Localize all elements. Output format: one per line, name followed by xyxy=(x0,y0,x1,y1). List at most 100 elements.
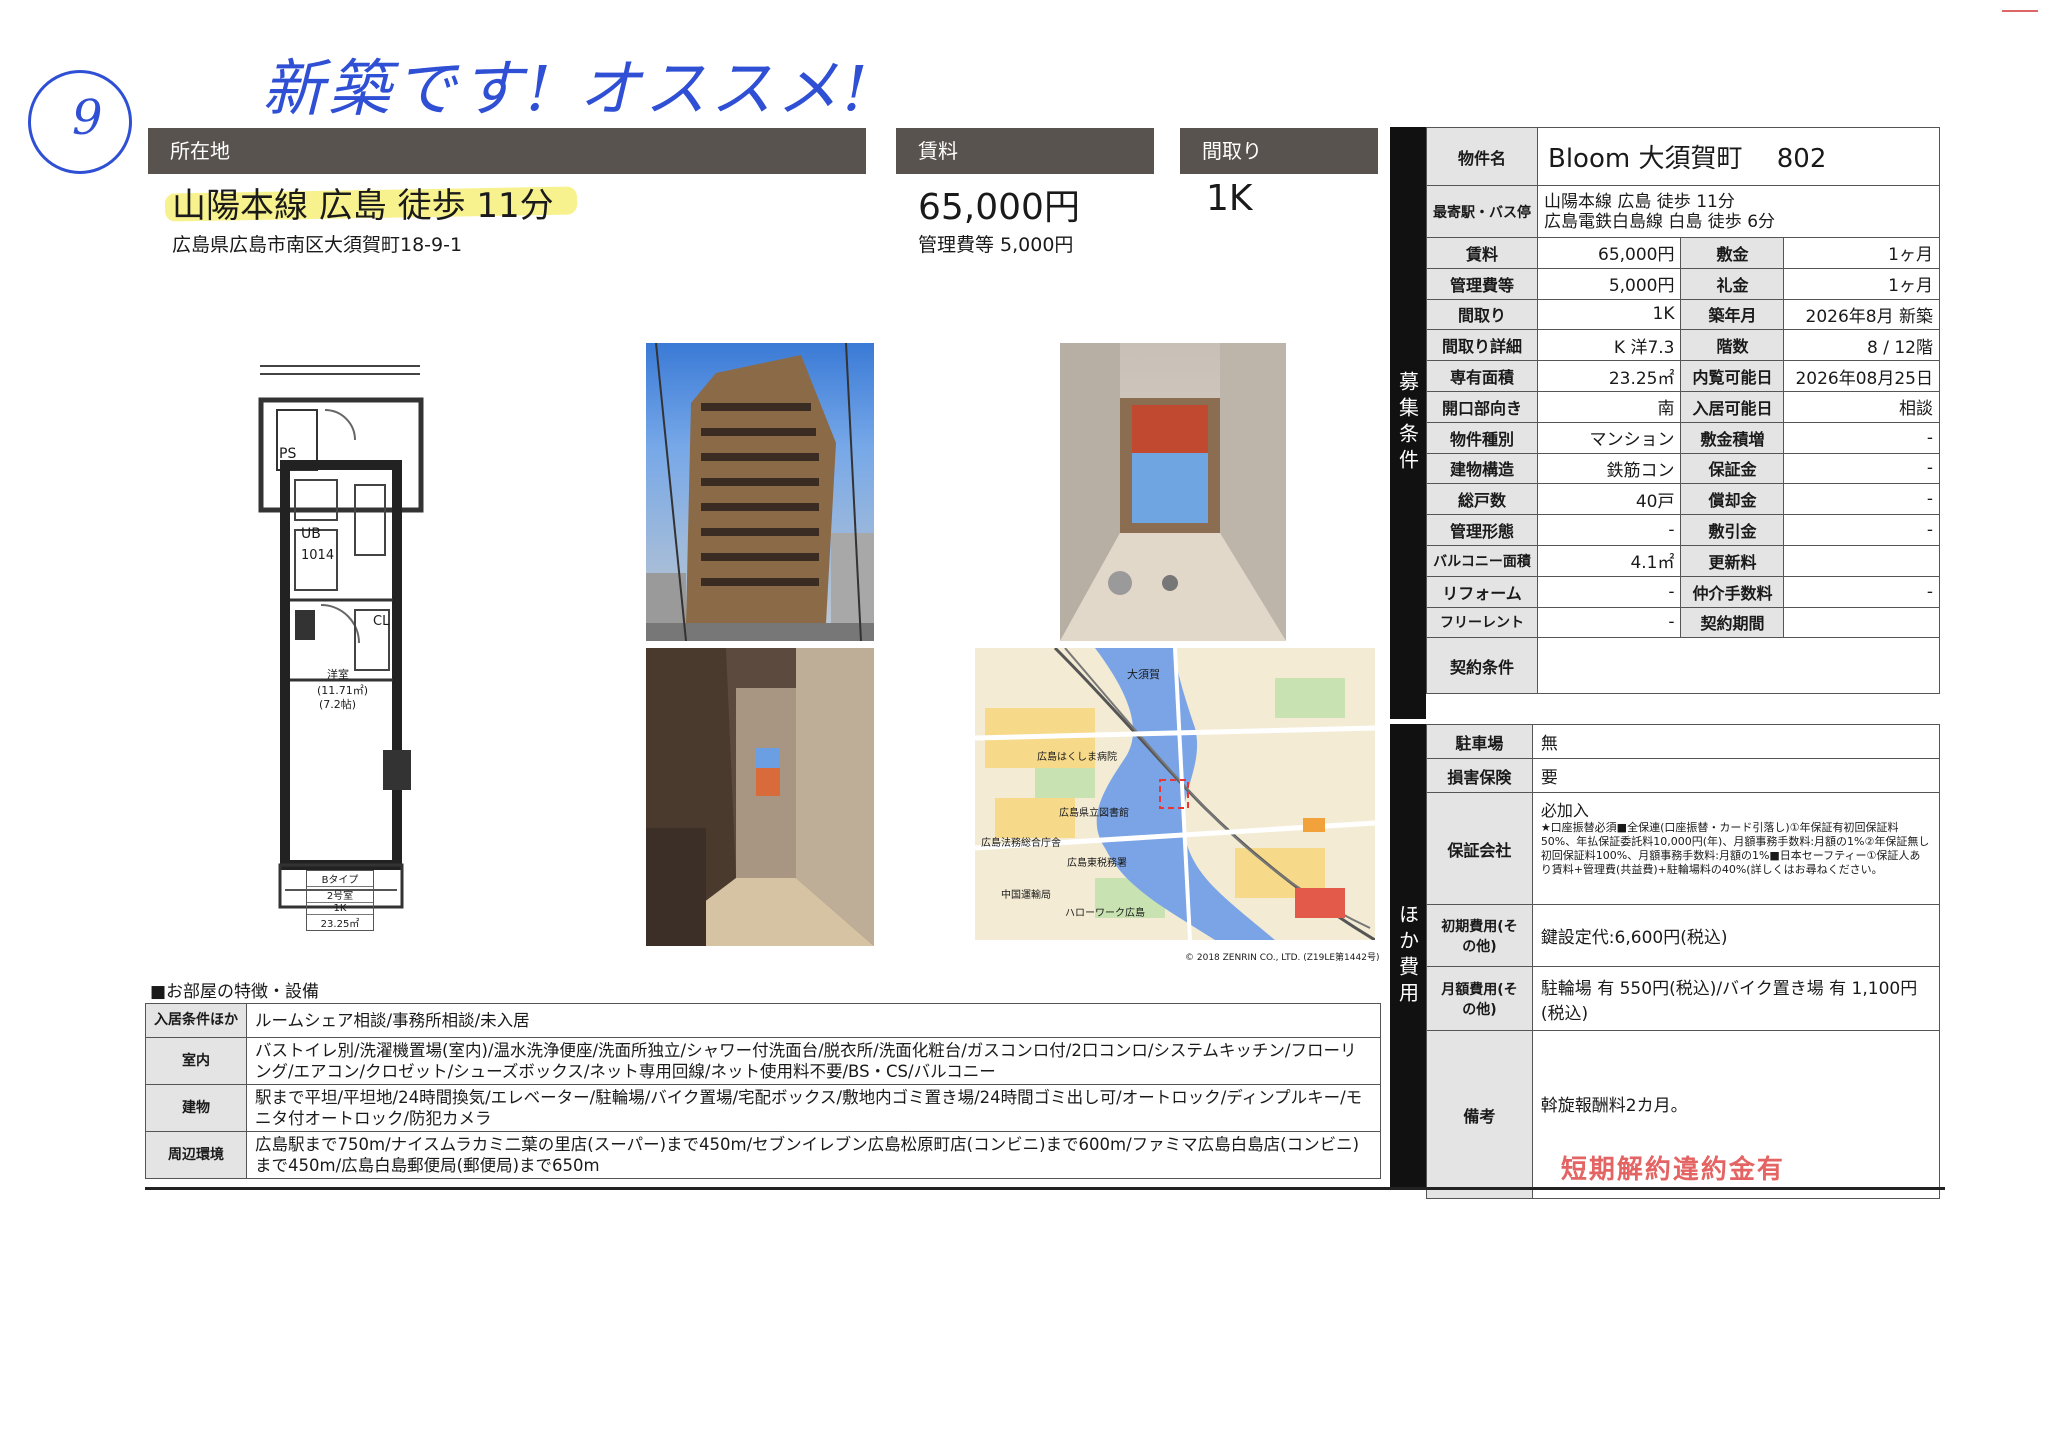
row-label: 仲介手数料 xyxy=(1680,575,1785,608)
parking-label: 駐車場 xyxy=(1426,724,1533,759)
row-value: 南 xyxy=(1536,390,1682,423)
type-box-line: 2号室 xyxy=(307,887,373,903)
table-row: 駐車場 無 xyxy=(1426,724,1941,759)
row-value: - xyxy=(1783,452,1940,485)
row-value: - xyxy=(1783,514,1940,546)
floorplan-ub-label: UB xyxy=(301,526,321,542)
route-text: 山陽本線 広島 徒歩 11分 xyxy=(172,186,554,226)
property-table: 物件名 Bloom 大須賀町 802 最寄駅・バス停 山陽本線 広島 徒歩 11… xyxy=(1426,127,1940,695)
type-box-line: 23.25㎡ xyxy=(320,919,360,930)
table-row: 備考 斡旋報酬料2カ月。 短期解約違約金有 xyxy=(1426,1030,1941,1199)
hallway-photo xyxy=(646,648,874,946)
row-value: K 洋7.3 xyxy=(1536,329,1682,362)
table-row: 損害保険 要 xyxy=(1426,758,1941,793)
row-value: 1ヶ月 xyxy=(1783,237,1940,269)
row-value: 23.25㎡ xyxy=(1536,360,1682,392)
row-label: 敷金 xyxy=(1680,237,1785,269)
table-row: フリーレント - 契約期間 xyxy=(1426,606,1940,639)
row-value: - xyxy=(1783,421,1940,454)
row-value: - xyxy=(1783,575,1940,608)
row-value: - xyxy=(1536,514,1682,546)
row-label: 建物構造 xyxy=(1426,452,1538,485)
contract-value xyxy=(1537,637,1940,695)
management-fee: 管理費等 5,000円 xyxy=(918,234,1074,256)
table-row: リフォーム - 仲介手数料 - xyxy=(1426,575,1940,608)
table-row: 周辺環境 広島駅まで750m/ナイスムラカミ二葉の里店(スーパー)まで450m/セ… xyxy=(145,1131,1381,1179)
map-copyright: © 2018 ZENRIN CO., LTD. (Z19LE第1442号) xyxy=(1185,953,1380,963)
feature-text: 駅まで平坦/平坦地/24時間換気/エレベーター/駐輪場/バイク置場/宅配ボックス… xyxy=(246,1084,1381,1132)
other-costs-side-label: ほか費用 xyxy=(1390,724,1426,1188)
interior-room-photo xyxy=(1060,343,1286,641)
table-row: 間取り詳細 K 洋7.3 階数 8 / 12階 xyxy=(1426,329,1940,362)
guarantee-head: 必加入 xyxy=(1540,801,1589,820)
remarks-label: 備考 xyxy=(1426,1030,1533,1199)
name-label: 物件名 xyxy=(1426,127,1538,186)
map-label: 広島法務総合庁舎 xyxy=(981,838,1061,849)
row-label: 管理費等 xyxy=(1426,267,1538,300)
row-value: 鉄筋コン xyxy=(1536,452,1682,485)
layout-header: 間取り xyxy=(1180,128,1378,174)
map-label: 広島東税務署 xyxy=(1067,858,1127,869)
row-label: 敷引金 xyxy=(1680,514,1785,546)
row-label: 入居可能日 xyxy=(1680,390,1785,423)
table-row: 建物 駅まで平坦/平坦地/24時間換気/エレベーター/駐輪場/バイク置場/宅配ボッ… xyxy=(145,1084,1381,1132)
row-value: 4.1㎡ xyxy=(1536,544,1682,577)
station-line: 広島電鉄白島線 白島 徒歩 6分 xyxy=(1544,211,1776,232)
row-label: 賃料 xyxy=(1426,237,1538,269)
handwritten-number: 9 xyxy=(72,90,103,146)
row-label: 敷金積増 xyxy=(1680,421,1785,454)
map-label: 大須賀 xyxy=(1127,668,1160,681)
row-label: 階数 xyxy=(1680,329,1785,362)
row-label: 管理形態 xyxy=(1426,514,1538,546)
table-row: バルコニー面積 4.1㎡ 更新料 xyxy=(1426,544,1940,577)
row-value: マンション xyxy=(1536,421,1682,454)
row-value: - xyxy=(1536,575,1682,608)
row-value xyxy=(1783,544,1940,577)
table-row: 専有面積 23.25㎡ 内覧可能日 2026年08月25日 xyxy=(1426,360,1940,392)
table-row: 総戸数 40戸 償却金 - xyxy=(1426,483,1940,516)
table-row: 物件種別 マンション 敷金積増 - xyxy=(1426,421,1940,454)
feature-label: 室内 xyxy=(145,1037,247,1085)
type-box-line: Bタイプ xyxy=(307,871,373,887)
monthly-cost-label: 月額費用(その他) xyxy=(1426,966,1533,1031)
row-value: 1K xyxy=(1536,298,1682,331)
contract-label: 契約条件 xyxy=(1426,637,1538,695)
table-row: 入居条件ほか ルームシェア相談/事務所相談/未入居 xyxy=(145,1003,1381,1038)
table-row: 管理形態 - 敷引金 - xyxy=(1426,514,1940,546)
row-label: 総戸数 xyxy=(1426,483,1538,516)
row-value: 40戸 xyxy=(1536,483,1682,516)
remarks-value: 斡旋報酬料2カ月。 xyxy=(1540,1096,1688,1116)
table-row: 物件名 Bloom 大須賀町 802 xyxy=(1426,127,1940,186)
row-label: 築年月 xyxy=(1680,298,1785,331)
table-row: 保証会社 必加入 ★口座振替必須■全保連(口座振替・カード引落し)①年保証有初回… xyxy=(1426,792,1941,905)
row-value: 相談 xyxy=(1783,390,1940,423)
row-value: 65,000円 xyxy=(1536,237,1682,269)
station-label: 最寄駅・バス停 xyxy=(1426,185,1538,238)
row-label: 専有面積 xyxy=(1426,360,1538,392)
location-header: 所在地 xyxy=(148,128,866,174)
row-label: 間取り xyxy=(1426,298,1538,331)
table-row: 管理費等 5,000円 礼金 1ヶ月 xyxy=(1426,267,1940,300)
floorplan-room-name: 洋室 xyxy=(327,668,349,681)
bottom-rule xyxy=(145,1187,1945,1190)
row-value: - xyxy=(1536,606,1682,639)
monthly-cost-value: 駐輪場 有 550円(税込)/バイク置き場 有 1,100円(税込) xyxy=(1531,966,1941,1031)
row-label: 物件種別 xyxy=(1426,421,1538,454)
layout-value: 1K xyxy=(1206,178,1253,219)
feature-label: 入居条件ほか xyxy=(145,1003,247,1038)
feature-text: 広島駅まで750m/ナイスムラカミ二葉の里店(スーパー)まで450m/セブンイレ… xyxy=(246,1131,1381,1179)
corner-mark xyxy=(2002,10,2038,12)
row-label: 償却金 xyxy=(1680,483,1785,516)
row-label: 開口部向き xyxy=(1426,390,1538,423)
row-value: 2026年08月25日 xyxy=(1783,360,1940,392)
table-row: 開口部向き南入居可能日 相談 xyxy=(1426,390,1940,423)
row-label: 更新料 xyxy=(1680,544,1785,577)
table-row: 契約条件 xyxy=(1426,637,1940,695)
address-text: 広島県広島市南区大須賀町18-9-1 xyxy=(172,234,463,256)
floorplan-cl-label: CL xyxy=(373,614,390,629)
features-title: ■お部屋の特徴・設備 xyxy=(150,982,320,1002)
table-row: 賃料 65,000円 敷金 1ヶ月 xyxy=(1426,237,1940,269)
row-value: - xyxy=(1783,483,1940,516)
feature-label: 建物 xyxy=(145,1084,247,1132)
table-row: 初期費用(その他) 鍵設定代:6,600円(税込) xyxy=(1426,904,1941,967)
